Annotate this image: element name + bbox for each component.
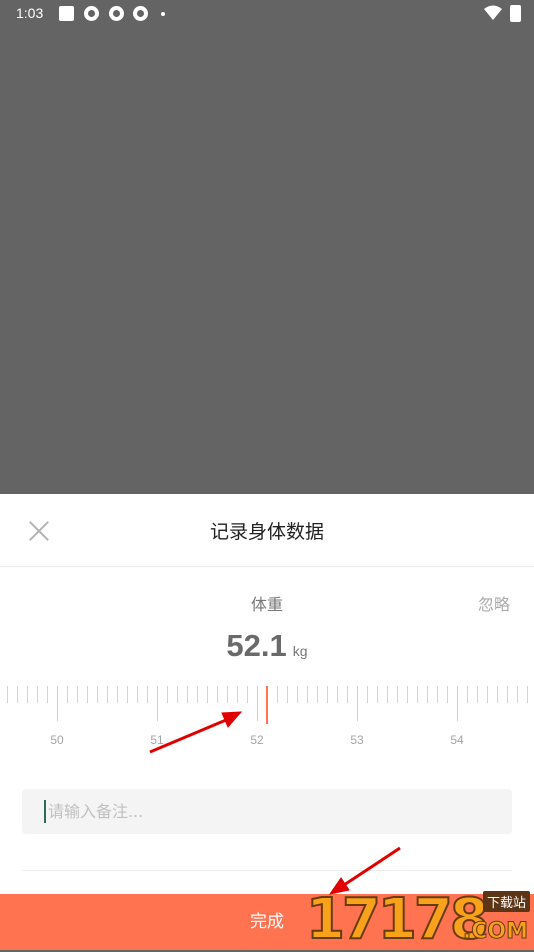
ruler-tick (367, 686, 368, 703)
wifi-icon (484, 5, 502, 20)
ruler-tick (407, 686, 408, 703)
ruler-tick (317, 686, 318, 703)
ruler-tick (457, 686, 458, 721)
weight-unit: kg (292, 643, 308, 659)
ruler-tick-label: 51 (150, 733, 164, 747)
ruler-tick-label: 50 (50, 733, 64, 747)
ruler-tick (217, 686, 218, 703)
ruler-tick-label: 52 (250, 733, 264, 747)
ruler-tick (447, 686, 448, 703)
ruler-tick-label: 53 (350, 733, 364, 747)
ruler-tick (57, 686, 58, 721)
status-bar: 1:03 (0, 0, 534, 28)
ruler-tick (337, 686, 338, 703)
watermark-domain: .COM (462, 919, 528, 945)
watermark-badge: 下载站 (482, 891, 530, 912)
ruler-tick (497, 686, 498, 703)
note-input[interactable] (22, 789, 512, 834)
ruler-tick (357, 686, 358, 721)
ruler-tick (227, 686, 228, 703)
divider (22, 870, 512, 871)
ruler-tick (137, 686, 138, 703)
ruler-tick (417, 686, 418, 703)
aperture-icon (133, 6, 148, 21)
ruler-tick (327, 686, 328, 703)
text-cursor (44, 800, 46, 823)
ruler-tick (307, 686, 308, 703)
ruler-tick (197, 686, 198, 703)
ruler-tick (467, 686, 468, 703)
ruler-tick (147, 686, 148, 703)
ruler-indicator (266, 686, 268, 724)
ruler-tick (237, 686, 238, 703)
ruler-tick (507, 686, 508, 703)
app-notification-icon (59, 6, 74, 21)
sheet-title: 记录身体数据 (209, 521, 324, 543)
ruler-tick (77, 686, 78, 703)
ruler-tick (287, 686, 288, 703)
ruler-tick (277, 686, 278, 703)
more-notifications-dot-icon (161, 12, 165, 16)
ruler-tick (377, 686, 378, 703)
ruler-tick (347, 686, 348, 703)
watermark-logo: 17178 下载站 .COM (305, 887, 534, 952)
ruler-tick (107, 686, 108, 703)
ruler-tick (207, 686, 208, 703)
ruler-tick (67, 686, 68, 703)
ruler-tick (397, 686, 398, 703)
ruler-tick (17, 686, 18, 703)
ruler-tick (127, 686, 128, 703)
ruler-tick (47, 686, 48, 703)
ruler-tick-label: 54 (450, 733, 464, 747)
ruler-tick (37, 686, 38, 703)
aperture-icon (84, 6, 99, 21)
ruler-tick (387, 686, 388, 703)
divider (0, 566, 534, 567)
battery-icon (510, 5, 521, 22)
aperture-icon (109, 6, 124, 21)
weight-readout: 52.1 kg (0, 628, 534, 664)
metric-label: 体重 (250, 595, 283, 614)
ruler-tick (297, 686, 298, 703)
ruler-tick (257, 686, 258, 721)
ruler-tick (187, 686, 188, 703)
ruler-tick (427, 686, 428, 703)
ruler-tick (437, 686, 438, 703)
ruler-tick (27, 686, 28, 703)
ruler-tick (177, 686, 178, 703)
ruler-tick (157, 686, 158, 721)
ruler-tick (7, 686, 8, 703)
ruler-tick (167, 686, 168, 703)
ruler-tick (517, 686, 518, 703)
status-time: 1:03 (16, 5, 44, 21)
ruler-tick (487, 686, 488, 703)
weight-value: 52.1 (226, 628, 287, 663)
ruler-tick (97, 686, 98, 703)
watermark-digits: 17178 (305, 887, 490, 952)
ruler-tick (247, 686, 248, 703)
ignore-button[interactable]: 忽略 (478, 591, 510, 615)
ruler-tick (477, 686, 478, 703)
ruler-tick (117, 686, 118, 703)
ruler-tick (87, 686, 88, 703)
ruler-tick (527, 686, 528, 703)
